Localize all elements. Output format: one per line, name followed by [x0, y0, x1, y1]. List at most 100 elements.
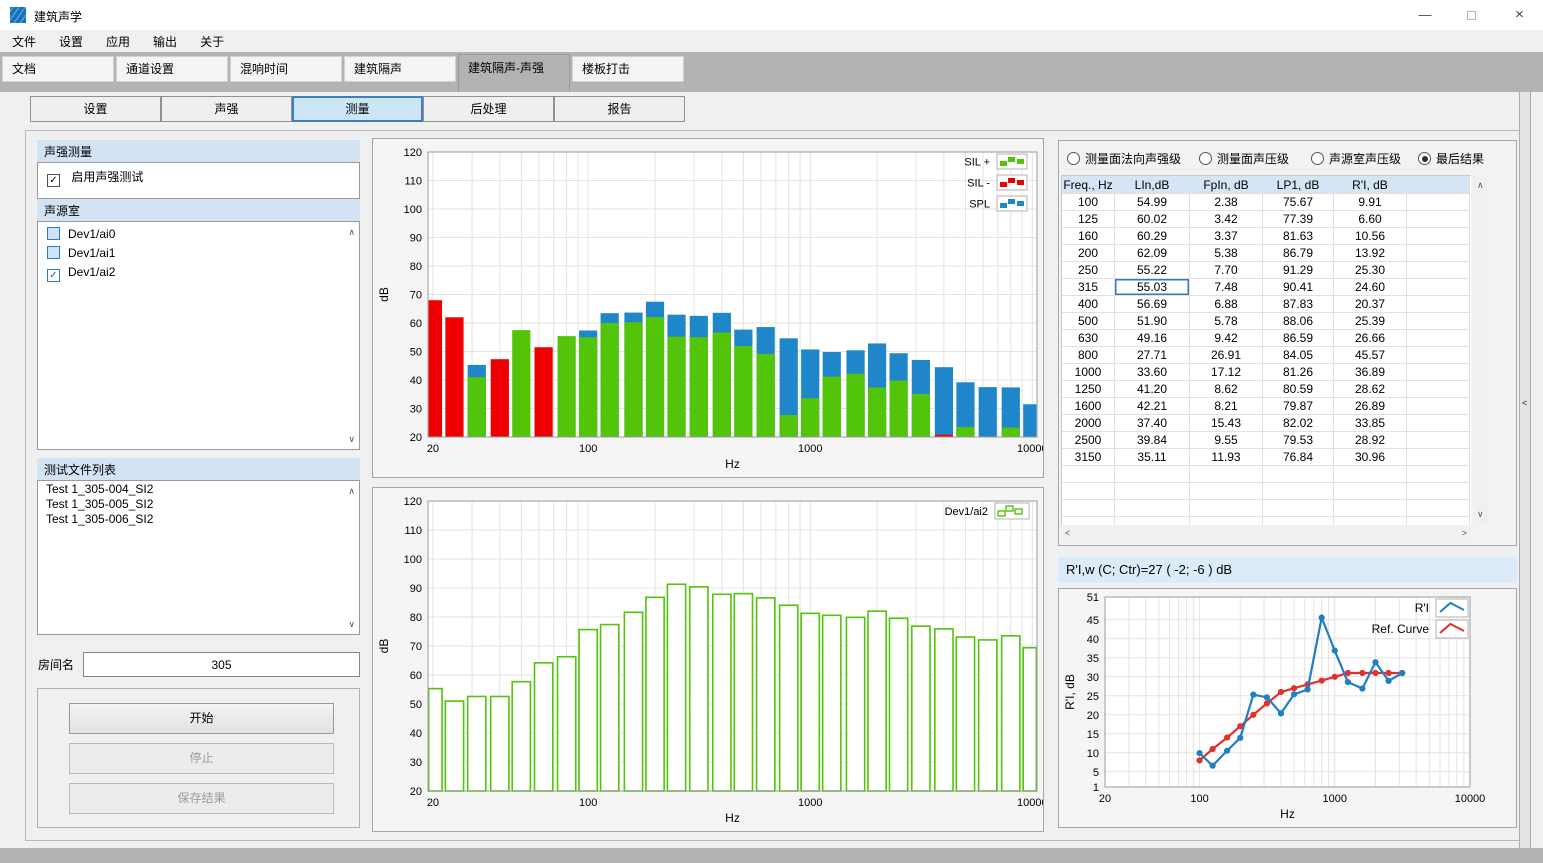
- table-hscrollbar[interactable]: < >: [1061, 525, 1471, 542]
- table-cell[interactable]: 36.89: [1334, 364, 1407, 381]
- save-results-button[interactable]: 保存结果: [69, 783, 334, 814]
- test-file-item[interactable]: Test 1_305-005_SI2: [38, 496, 359, 511]
- scroll-down-icon[interactable]: ∨: [1477, 509, 1484, 520]
- table-cell[interactable]: [1407, 347, 1470, 364]
- table-cell[interactable]: [1407, 381, 1470, 398]
- table-cell[interactable]: [1115, 466, 1190, 483]
- channel-row[interactable]: ✓Dev1/ai2: [38, 260, 359, 279]
- table-cell[interactable]: 24.60: [1334, 279, 1407, 296]
- table-cell[interactable]: [1190, 483, 1263, 500]
- table-cell[interactable]: [1190, 500, 1263, 517]
- table-cell[interactable]: 30.96: [1334, 449, 1407, 466]
- table-cell[interactable]: 2.38: [1190, 194, 1263, 211]
- close-button[interactable]: ×: [1496, 0, 1543, 30]
- table-cell[interactable]: 5.78: [1190, 313, 1263, 330]
- table-cell[interactable]: [1062, 500, 1115, 517]
- table-cell[interactable]: 77.39: [1263, 211, 1334, 228]
- table-cell[interactable]: 28.62: [1334, 381, 1407, 398]
- subtab[interactable]: 报告: [554, 96, 685, 122]
- table-cell[interactable]: 1600: [1062, 398, 1115, 415]
- scroll-up-icon[interactable]: ∧: [348, 486, 355, 497]
- scroll-left-icon[interactable]: <: [1065, 528, 1070, 538]
- table-cell[interactable]: [1407, 432, 1470, 449]
- channel-checkbox[interactable]: [47, 227, 60, 240]
- table-cell[interactable]: 500: [1062, 313, 1115, 330]
- radio-icon[interactable]: [1311, 152, 1324, 165]
- table-cell[interactable]: [1334, 466, 1407, 483]
- table-cell[interactable]: [1263, 500, 1334, 517]
- table-cell[interactable]: [1115, 500, 1190, 517]
- table-cell[interactable]: 26.66: [1334, 330, 1407, 347]
- table-cell[interactable]: [1190, 466, 1263, 483]
- table-cell[interactable]: [1407, 517, 1470, 525]
- table-header-cell[interactable]: LIn,dB: [1115, 176, 1190, 194]
- table-cell[interactable]: 2500: [1062, 432, 1115, 449]
- table-cell[interactable]: 82.02: [1263, 415, 1334, 432]
- menu-item[interactable]: 输出: [142, 30, 188, 52]
- table-cell[interactable]: 88.06: [1263, 313, 1334, 330]
- table-cell[interactable]: 55.22: [1115, 262, 1190, 279]
- subtab[interactable]: 声强: [161, 96, 292, 122]
- table-cell[interactable]: [1062, 483, 1115, 500]
- table-cell[interactable]: 1250: [1062, 381, 1115, 398]
- minimize-button[interactable]: —: [1404, 0, 1446, 30]
- table-cell[interactable]: 160: [1062, 228, 1115, 245]
- table-cell[interactable]: 80.59: [1263, 381, 1334, 398]
- table-cell[interactable]: 39.84: [1115, 432, 1190, 449]
- table-header-cell[interactable]: Freq., Hz: [1062, 176, 1115, 194]
- table-cell[interactable]: [1407, 466, 1470, 483]
- table-cell[interactable]: [1407, 483, 1470, 500]
- table-cell[interactable]: 11.93: [1190, 449, 1263, 466]
- table-cell[interactable]: [1062, 517, 1115, 525]
- scroll-down-icon[interactable]: ∨: [348, 434, 355, 445]
- menu-item[interactable]: 应用: [95, 30, 141, 52]
- table-cell[interactable]: [1115, 517, 1190, 525]
- table-cell[interactable]: 250: [1062, 262, 1115, 279]
- table-cell[interactable]: 51.90: [1115, 313, 1190, 330]
- result-view-radio[interactable]: 声源室声压级: [1311, 150, 1401, 166]
- table-cell[interactable]: 5.38: [1190, 245, 1263, 262]
- table-cell[interactable]: 56.69: [1115, 296, 1190, 313]
- table-cell[interactable]: [1062, 466, 1115, 483]
- table-cell[interactable]: 55.03: [1115, 279, 1190, 296]
- main-tab[interactable]: 建筑隔声-声强: [458, 54, 570, 92]
- table-cell[interactable]: 91.29: [1263, 262, 1334, 279]
- table-cell[interactable]: [1407, 364, 1470, 381]
- table-cell[interactable]: 25.39: [1334, 313, 1407, 330]
- table-cell[interactable]: 6.88: [1190, 296, 1263, 313]
- channel-row[interactable]: Dev1/ai0: [38, 222, 359, 241]
- table-cell[interactable]: 87.83: [1263, 296, 1334, 313]
- table-cell[interactable]: 125: [1062, 211, 1115, 228]
- table-cell[interactable]: 86.59: [1263, 330, 1334, 347]
- test-file-item[interactable]: Test 1_305-004_SI2: [38, 481, 359, 496]
- table-cell[interactable]: 3.37: [1190, 228, 1263, 245]
- table-cell[interactable]: [1407, 279, 1470, 296]
- table-cell[interactable]: 26.91: [1190, 347, 1263, 364]
- table-cell[interactable]: 3150: [1062, 449, 1115, 466]
- table-cell[interactable]: 81.26: [1263, 364, 1334, 381]
- table-cell[interactable]: 28.92: [1334, 432, 1407, 449]
- menu-item[interactable]: 设置: [48, 30, 94, 52]
- table-cell[interactable]: 45.57: [1334, 347, 1407, 364]
- table-cell[interactable]: 10.56: [1334, 228, 1407, 245]
- scroll-up-icon[interactable]: ∧: [1477, 180, 1484, 191]
- table-cell[interactable]: 76.84: [1263, 449, 1334, 466]
- result-view-radio[interactable]: 测量面法向声强级: [1067, 150, 1181, 166]
- table-cell[interactable]: 9.91: [1334, 194, 1407, 211]
- table-cell[interactable]: 37.40: [1115, 415, 1190, 432]
- table-header-cell[interactable]: R'I, dB: [1334, 176, 1407, 194]
- radio-icon[interactable]: [1418, 152, 1431, 165]
- table-cell[interactable]: 84.05: [1263, 347, 1334, 364]
- panel-splitter[interactable]: <: [1519, 92, 1531, 848]
- table-cell[interactable]: [1407, 194, 1470, 211]
- radio-icon[interactable]: [1067, 152, 1080, 165]
- table-cell[interactable]: 79.53: [1263, 432, 1334, 449]
- table-cell[interactable]: 79.87: [1263, 398, 1334, 415]
- table-cell[interactable]: [1407, 211, 1470, 228]
- table-cell[interactable]: 8.62: [1190, 381, 1263, 398]
- main-tab[interactable]: 通道设置: [116, 56, 228, 82]
- table-cell[interactable]: 315: [1062, 279, 1115, 296]
- table-cell[interactable]: 7.48: [1190, 279, 1263, 296]
- table-cell[interactable]: 33.60: [1115, 364, 1190, 381]
- table-cell[interactable]: 27.71: [1115, 347, 1190, 364]
